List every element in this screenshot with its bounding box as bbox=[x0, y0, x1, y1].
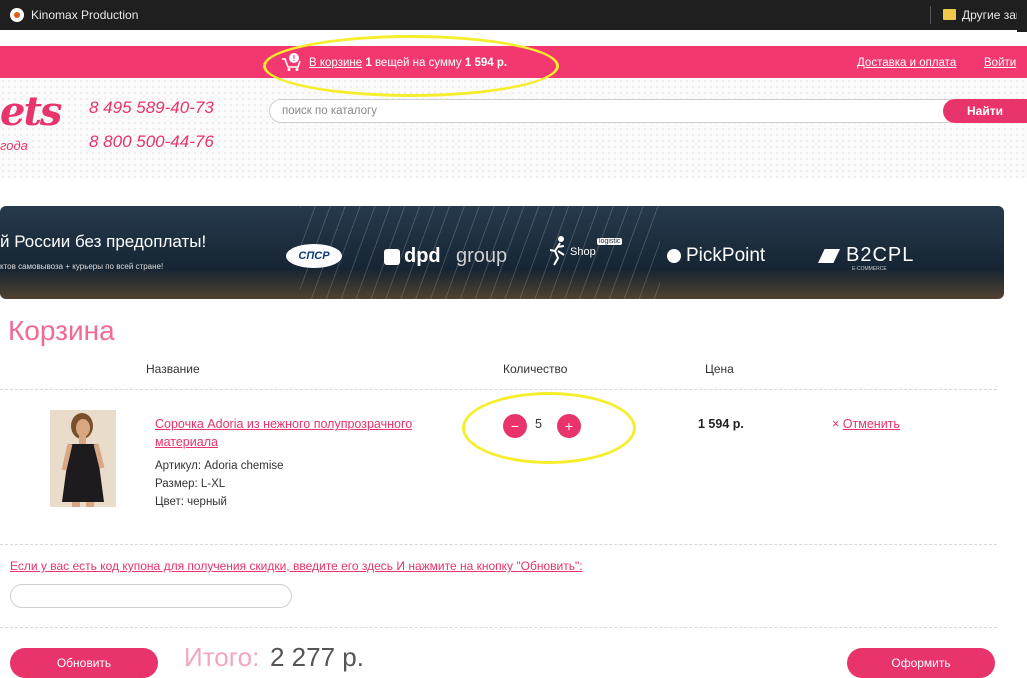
b2cpl-logo: B2CPL bbox=[846, 244, 915, 266]
page-title: Корзина bbox=[8, 315, 115, 346]
search-button[interactable]: Найти bbox=[943, 99, 1027, 123]
product-color: Цвет: черный bbox=[155, 496, 227, 508]
delivery-link[interactable]: Доставка и оплата bbox=[857, 57, 956, 69]
total-value: 2 277 р. bbox=[270, 642, 364, 672]
runner-icon bbox=[549, 236, 565, 266]
header bbox=[0, 78, 1027, 178]
dpd-cube-icon bbox=[384, 249, 400, 265]
remove-item-label: Отменить bbox=[842, 417, 900, 431]
product-name-link[interactable]: Сорочка Adoria из нежного полупрозрачног… bbox=[155, 415, 455, 451]
bookmark-favicon-icon bbox=[10, 8, 24, 22]
highlight-ellipse-cart bbox=[263, 35, 559, 97]
highlight-ellipse-quantity bbox=[462, 392, 636, 464]
site-logo[interactable]: ets bbox=[0, 88, 62, 135]
banner-subtitle: ктов самовывоза + курьеры по всей стране… bbox=[0, 262, 164, 271]
bookmarks-bar: Kinomax Production Другие зак bbox=[0, 0, 1027, 30]
coupon-hint-link[interactable]: Если у вас есть код купона для получения… bbox=[10, 559, 583, 573]
shop-logistic-logo: Shop bbox=[570, 246, 596, 258]
column-price: Цена bbox=[705, 362, 734, 376]
divider bbox=[0, 544, 997, 545]
window-edge bbox=[1017, 12, 1027, 32]
bookmarks-separator bbox=[930, 6, 931, 24]
pickpoint-icon bbox=[667, 249, 681, 263]
spsr-logo: СПСР bbox=[286, 244, 342, 268]
search-input[interactable] bbox=[269, 99, 959, 123]
checkout-button[interactable]: Оформить bbox=[847, 648, 995, 678]
dpd-logo: dpd bbox=[404, 245, 441, 267]
product-size: Размер: L-XL bbox=[155, 478, 226, 490]
folder-icon bbox=[943, 9, 956, 20]
divider bbox=[0, 627, 997, 628]
bookmark-kinomax[interactable]: Kinomax Production bbox=[31, 8, 138, 22]
logo-subtitle: года bbox=[0, 138, 28, 153]
phone-moscow: 8 495 589-40-73 bbox=[89, 98, 214, 117]
column-quantity: Количество bbox=[503, 362, 568, 376]
divider bbox=[0, 389, 997, 390]
login-link[interactable]: Войти bbox=[984, 57, 1016, 69]
product-price: 1 594 р. bbox=[698, 417, 744, 431]
b2cpl-subtitle: E-COMMERCE bbox=[852, 266, 887, 272]
coupon-input[interactable] bbox=[10, 584, 292, 608]
remove-x-icon: × bbox=[832, 417, 840, 431]
bookmark-other[interactable]: Другие зак bbox=[962, 8, 1021, 22]
remove-item-link[interactable]: × Отменить bbox=[832, 417, 900, 431]
dpd-group-logo: group bbox=[456, 245, 508, 267]
product-article: Артикул: Adoria chemise bbox=[155, 460, 284, 472]
update-button[interactable]: Обновить bbox=[10, 648, 158, 678]
shop-logistic-tag: logistic bbox=[597, 238, 623, 245]
pickpoint-logo: PickPoint bbox=[686, 245, 766, 266]
banner-title: й России без предоплаты! bbox=[0, 232, 207, 251]
column-name: Название bbox=[146, 362, 200, 376]
product-image[interactable] bbox=[50, 410, 116, 507]
phone-free: 8 800 500-44-76 bbox=[89, 132, 214, 151]
total-label: Итого: bbox=[184, 642, 260, 672]
banner-glow bbox=[0, 269, 1004, 299]
